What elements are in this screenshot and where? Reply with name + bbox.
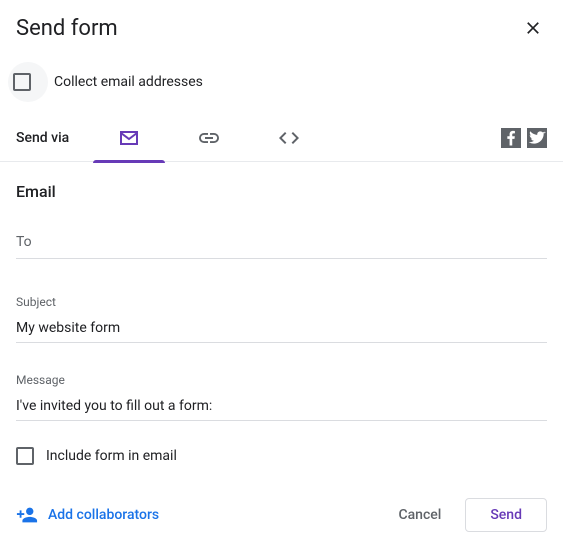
include-form-label: Include form in email <box>46 448 177 464</box>
send-button[interactable]: Send <box>465 498 547 532</box>
cancel-button[interactable]: Cancel <box>382 499 457 531</box>
collect-email-row: Collect email addresses <box>0 48 563 114</box>
message-label: Message <box>16 373 547 387</box>
subject-field: Subject <box>16 295 547 343</box>
include-form-checkbox[interactable] <box>16 447 34 465</box>
email-section-title: Email <box>16 182 547 201</box>
send-form-dialog: Send form Collect email addresses Send v… <box>0 0 563 544</box>
subject-label: Subject <box>16 295 547 309</box>
message-input[interactable] <box>16 398 547 421</box>
send-via-row: Send via <box>0 114 563 162</box>
facebook-icon <box>501 128 521 148</box>
to-input[interactable] <box>16 234 547 259</box>
tab-email[interactable] <box>89 114 169 162</box>
collect-email-checkbox[interactable] <box>13 73 31 91</box>
add-person-icon <box>16 504 38 526</box>
send-via-tabs <box>89 114 329 162</box>
dialog-title: Send form <box>16 16 519 41</box>
collect-email-label: Collect email addresses <box>54 74 203 90</box>
dialog-header: Send form <box>0 0 563 48</box>
close-button[interactable] <box>519 14 547 42</box>
embed-icon <box>277 126 301 150</box>
email-section: Email Subject Message <box>0 162 563 421</box>
close-icon <box>523 18 543 38</box>
twitter-icon <box>527 128 547 148</box>
dialog-footer: Add collaborators Cancel Send <box>0 484 563 544</box>
send-via-label: Send via <box>16 130 69 146</box>
email-icon <box>117 126 141 150</box>
message-field: Message <box>16 373 547 421</box>
social-icons <box>501 128 547 148</box>
link-icon <box>197 126 221 150</box>
collect-email-checkbox-wrap <box>8 62 48 102</box>
share-twitter-button[interactable] <box>527 128 547 148</box>
subject-input[interactable] <box>16 320 547 343</box>
share-facebook-button[interactable] <box>501 128 521 148</box>
include-form-row: Include form in email <box>0 439 563 465</box>
tab-embed[interactable] <box>249 114 329 162</box>
add-collaborators-label: Add collaborators <box>48 507 159 523</box>
to-field <box>16 231 547 259</box>
add-collaborators-button[interactable]: Add collaborators <box>16 504 159 526</box>
tab-link[interactable] <box>169 114 249 162</box>
